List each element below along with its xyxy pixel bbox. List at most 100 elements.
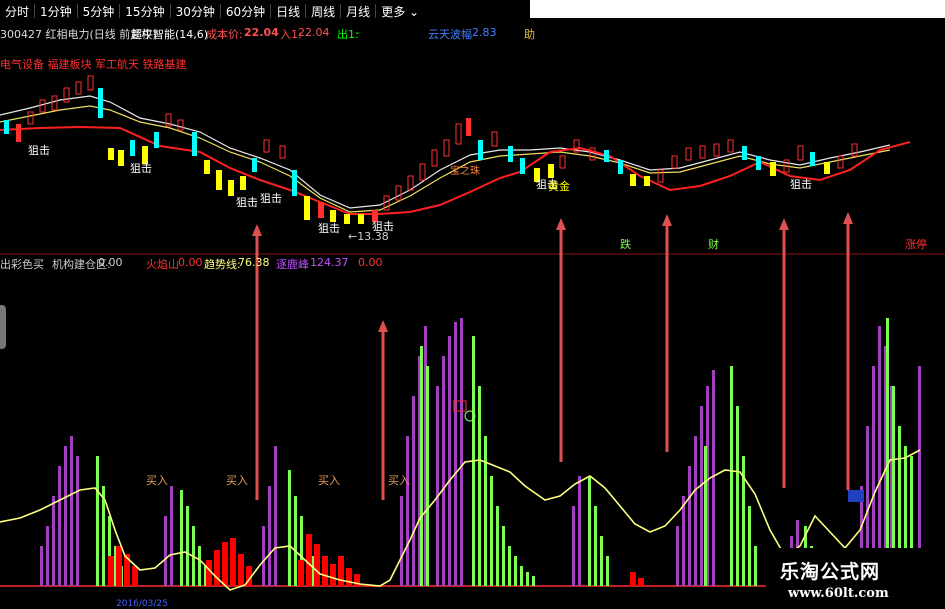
date-stub: 2016/03/25 — [116, 599, 168, 609]
indicator-bar — [400, 496, 403, 586]
indicator-bar — [496, 506, 499, 586]
candlesticks — [4, 75, 858, 224]
buy-label: 买入 — [226, 474, 248, 487]
indicator-bar — [588, 476, 591, 586]
volcano-label: 火焰山 — [146, 258, 179, 271]
indicator-bar — [96, 456, 99, 586]
buy-label: 买入 — [388, 474, 410, 487]
wealth-label: 财 — [708, 237, 719, 251]
ambush-label: 狙击 — [790, 178, 812, 191]
indicator-bar — [426, 366, 429, 586]
indicator-bar — [170, 486, 173, 586]
indicator-bar — [198, 546, 201, 586]
indicator-bar — [448, 336, 451, 586]
last-value: 0.00 — [358, 256, 383, 269]
indicator-bar — [594, 506, 597, 586]
indicator-bar — [526, 572, 529, 586]
indicator-bar — [508, 546, 511, 586]
brand-url: www.60lt.com — [788, 586, 889, 601]
indicator-bar — [186, 506, 189, 586]
indicator-bar — [294, 496, 297, 586]
indicator-bar — [886, 318, 889, 586]
indicator-bar — [490, 476, 493, 586]
watermark-logo: 乐淘公式网 www.60lt.com — [766, 548, 945, 609]
arrow-up-icon — [252, 224, 262, 236]
indicator-bar — [406, 436, 409, 586]
indicator-bar — [412, 396, 415, 586]
arrow-up-icon — [843, 212, 853, 224]
indicator-bar — [704, 446, 707, 586]
indicator-bar — [76, 456, 79, 586]
ambush-label: 狙击 — [28, 144, 50, 157]
chart-canvas: 狙击 狙击 狙击 狙击 狙击 狙击 狙击 狙击 ←13.38 宝之珠 黄金 跌 … — [0, 75, 945, 609]
brand-name: 乐淘公式网 — [780, 561, 881, 583]
inst-value: 0.00 — [98, 256, 123, 269]
indicator-bar — [532, 576, 535, 586]
indicator-bar — [164, 516, 167, 586]
trend-label: 趋势线: — [204, 258, 241, 271]
indicator-bar — [288, 470, 291, 586]
indicator-bar — [736, 406, 739, 586]
indicator-bar — [712, 370, 715, 586]
stars-label: 宝之珠 — [450, 164, 480, 177]
indicator-bar — [436, 386, 439, 586]
indicator-bar — [442, 356, 445, 586]
side-collapse-handle[interactable] — [0, 305, 6, 349]
indicator-bar — [754, 546, 757, 586]
indicator-bar — [420, 346, 423, 586]
arrow-up-icon — [378, 320, 388, 332]
indicator-bar — [730, 366, 733, 586]
ambush-label: 狙击 — [260, 192, 282, 205]
indicator-bar — [572, 506, 575, 586]
buy-signals: 买入 买入 买入 买入 — [146, 474, 410, 487]
indicator-bar — [484, 436, 487, 586]
buy-label: 买入 — [146, 474, 168, 487]
indicator-bar — [460, 318, 463, 586]
indicator-bar — [454, 322, 457, 586]
trend-value: 76.38 — [238, 256, 270, 269]
indicator-bar — [600, 536, 603, 586]
indicator-bar — [274, 446, 277, 586]
indicator-bar — [52, 496, 55, 586]
indicator-bars — [40, 318, 921, 586]
indicator-bar — [520, 566, 523, 586]
ambush-label: 狙击 — [318, 222, 340, 235]
limit-up-label: 涨停 — [905, 237, 927, 251]
low-price-label: ←13.38 — [348, 230, 389, 243]
indicator-bar — [514, 556, 517, 586]
ambush-label: 狙击 — [236, 196, 258, 209]
indicator-bar — [682, 496, 685, 586]
indicator-bar — [694, 436, 697, 586]
arrow-up-icon — [779, 218, 789, 230]
indicator-bar — [748, 506, 751, 586]
indicator-bar — [58, 466, 61, 586]
indicator-bar — [478, 386, 481, 586]
blue-marker — [848, 490, 864, 502]
indicator-bar — [878, 326, 881, 586]
volcano-value: 0.00 — [178, 256, 203, 269]
spike-value: 124.37 — [310, 256, 349, 269]
indicator-bar — [46, 526, 49, 586]
indicator-bar — [502, 526, 505, 586]
indicator-bar — [40, 546, 43, 586]
indicator-title: 出彩色买 — [0, 258, 44, 271]
indicator-info-bar: 出彩色买 机构建仓区: 0.00 火焰山 0.00 趋势线: 76.38 逐鹿峰… — [0, 256, 945, 272]
arrow-up-icon — [662, 214, 672, 226]
indicator-bar — [268, 486, 271, 586]
indicator-bar — [262, 526, 265, 586]
indicator-bar — [64, 446, 67, 586]
arrow-up-icon — [556, 218, 566, 230]
spike-label: 逐鹿峰 — [276, 258, 309, 271]
low-price-value: 13.38 — [357, 230, 389, 243]
indicator-bar — [676, 526, 679, 586]
gold-label: 黄金 — [548, 179, 570, 193]
indicator-bar — [70, 436, 73, 586]
indicator-bar — [578, 476, 581, 586]
buy-label: 买入 — [318, 474, 340, 487]
down-label: 跌 — [620, 237, 631, 251]
indicator-bar — [606, 556, 609, 586]
ambush-label: 狙击 — [130, 162, 152, 175]
indicator-bar — [688, 466, 691, 586]
indicator-bar — [700, 406, 703, 586]
indicator-bar — [180, 490, 183, 586]
